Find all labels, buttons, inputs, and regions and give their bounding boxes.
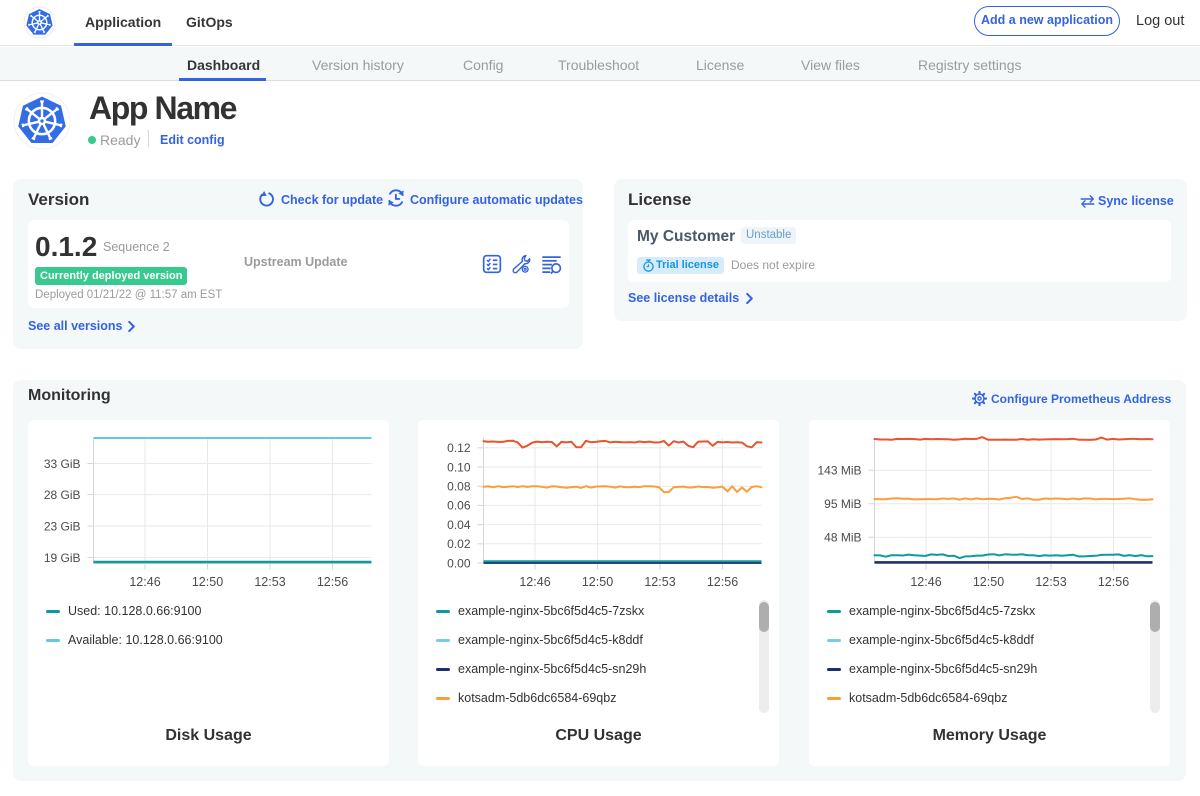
svg-text:12:56: 12:56 xyxy=(317,575,348,589)
svg-text:12:53: 12:53 xyxy=(1035,575,1066,589)
svg-text:0.04: 0.04 xyxy=(447,518,471,532)
svg-text:12:46: 12:46 xyxy=(910,575,941,589)
svg-text:95 MiB: 95 MiB xyxy=(824,497,861,511)
svg-text:12:46: 12:46 xyxy=(519,575,550,589)
svg-text:12:50: 12:50 xyxy=(192,575,223,589)
svg-text:0.08: 0.08 xyxy=(447,480,471,494)
svg-text:12:50: 12:50 xyxy=(582,575,613,589)
svg-text:12:56: 12:56 xyxy=(707,575,738,589)
svg-text:0.10: 0.10 xyxy=(447,460,471,474)
svg-text:143 MiB: 143 MiB xyxy=(817,464,861,478)
svg-text:19 GiB: 19 GiB xyxy=(44,551,81,565)
svg-text:12:50: 12:50 xyxy=(973,575,1004,589)
svg-text:48 MiB: 48 MiB xyxy=(824,531,861,545)
svg-text:0.12: 0.12 xyxy=(447,441,471,455)
svg-text:12:53: 12:53 xyxy=(644,575,675,589)
svg-text:0.00: 0.00 xyxy=(447,556,471,570)
svg-text:12:46: 12:46 xyxy=(129,575,160,589)
svg-text:28 GiB: 28 GiB xyxy=(44,488,81,502)
svg-text:23 GiB: 23 GiB xyxy=(44,519,81,533)
svg-text:33 GiB: 33 GiB xyxy=(44,457,81,471)
svg-text:12:56: 12:56 xyxy=(1098,575,1129,589)
svg-text:0.02: 0.02 xyxy=(447,537,471,551)
svg-text:0.06: 0.06 xyxy=(447,499,471,513)
svg-text:12:53: 12:53 xyxy=(254,575,285,589)
